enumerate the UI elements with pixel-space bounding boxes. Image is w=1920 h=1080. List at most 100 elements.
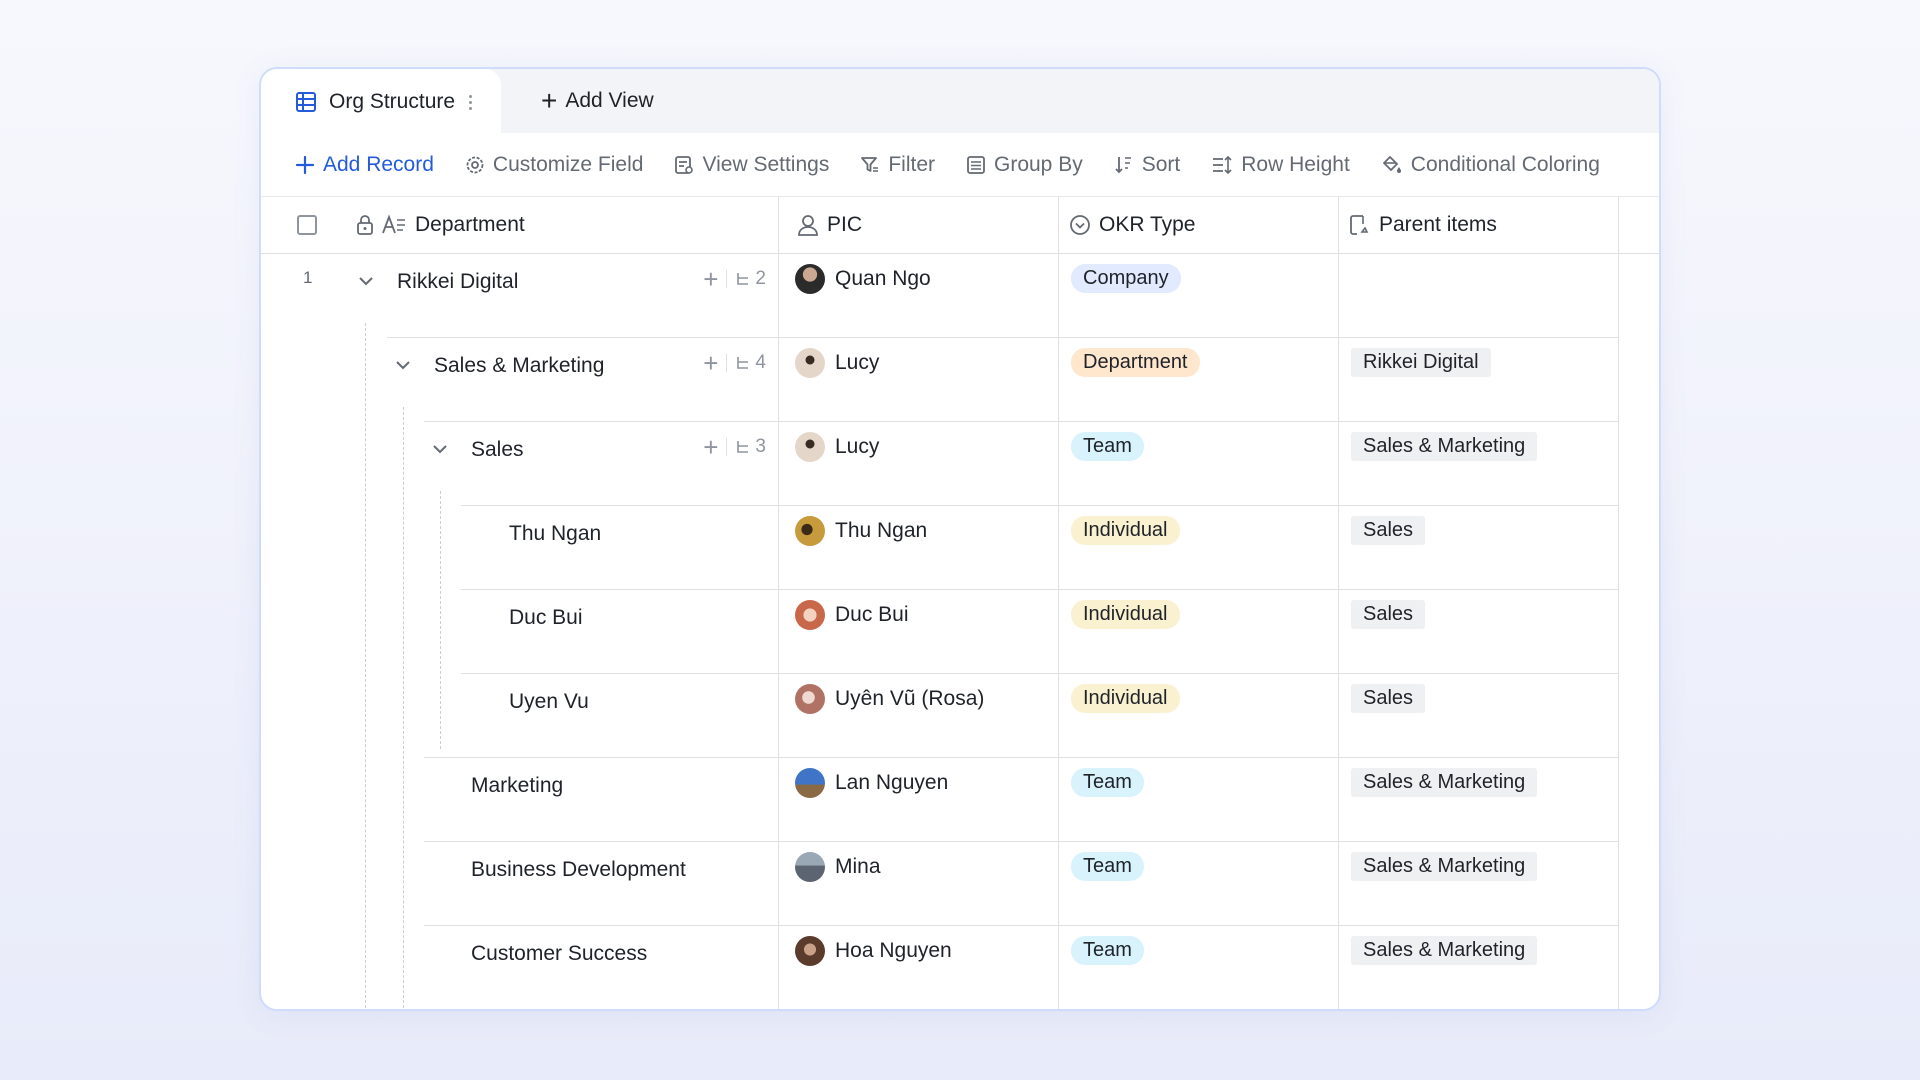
parent-items-cell[interactable]: Rikkei Digital [1339,338,1619,422]
okr-type-cell[interactable]: Individual [1059,506,1339,590]
okr-type-cell[interactable]: Department [1059,338,1339,422]
person-icon [798,215,818,236]
table-row[interactable]: Customer Success Hoa Nguyen Team Sales &… [261,926,1659,1009]
parent-item-chip[interactable]: Sales [1351,516,1426,545]
select-all-checkbox[interactable] [297,215,317,235]
okr-type-tag: Individual [1071,684,1180,713]
toolbar: Add Record Customize Field View Settings… [261,133,1659,197]
table-header: Department PIC OKR Type Parent items [261,197,1659,254]
okr-type-cell[interactable]: Team [1059,758,1339,842]
add-record-button[interactable]: Add Record [295,153,434,177]
pic-cell[interactable]: Lan Nguyen [779,758,1059,842]
pic-name: Duc Bui [835,603,909,626]
okr-type-tag: Team [1071,936,1144,965]
parent-item-chip[interactable]: Sales & Marketing [1351,768,1538,797]
pic-cell[interactable]: Duc Bui [779,590,1059,674]
tab-org-structure[interactable]: Org Structure [261,69,501,135]
parent-items-cell[interactable]: Sales & Marketing [1339,926,1619,1009]
pic-cell[interactable]: Lucy [779,338,1059,422]
group-by-button[interactable]: Group By [966,153,1083,177]
table-row[interactable]: Uyen Vu Uyên Vũ (Rosa) Individual Sales [261,674,1659,758]
department-cell[interactable]: Customer Success [261,926,779,1009]
department-cell[interactable]: 1 Rikkei Digital + 2 [261,254,779,338]
okr-type-cell[interactable]: Individual [1059,674,1339,758]
pic-name: Hoa Nguyen [835,939,952,962]
pic-cell[interactable]: Quan Ngo [779,254,1059,338]
table-row[interactable]: 1 Rikkei Digital + 2 Quan Ngo Company [261,254,1659,338]
parent-item-chip[interactable]: Sales & Marketing [1351,432,1538,461]
row-tools: + 4 [703,350,766,376]
parent-items-cell[interactable] [1339,254,1619,338]
department-cell[interactable]: Business Development [261,842,779,926]
pic-name: Quan Ngo [835,267,931,290]
table-row[interactable]: Marketing Lan Nguyen Team Sales & Market… [261,758,1659,842]
chevron-down-icon[interactable] [394,356,412,374]
column-header-department[interactable]: Department [261,197,779,253]
chevron-down-icon[interactable] [431,440,449,458]
single-select-icon [1070,215,1090,235]
sort-button[interactable]: Sort [1114,153,1180,177]
chevron-down-icon[interactable] [357,272,375,290]
add-child-icon[interactable]: + [703,434,718,460]
pic-name: Lucy [835,351,880,374]
okr-type-tag: Team [1071,852,1144,881]
table-row[interactable]: Business Development Mina Team Sales & M… [261,842,1659,926]
pic-cell[interactable]: Mina [779,842,1059,926]
parent-items-cell[interactable]: Sales [1339,590,1619,674]
parent-items-cell[interactable]: Sales [1339,506,1619,590]
parent-item-chip[interactable]: Sales [1351,600,1426,629]
parent-items-cell[interactable]: Sales & Marketing [1339,842,1619,926]
pic-cell[interactable]: Uyên Vũ (Rosa) [779,674,1059,758]
parent-items-cell[interactable]: Sales [1339,674,1619,758]
parent-item-chip[interactable]: Sales & Marketing [1351,936,1538,965]
pic-cell[interactable]: Lucy [779,422,1059,506]
department-cell[interactable]: Marketing [261,758,779,842]
grid-table-icon [296,92,316,112]
column-header-parent-items[interactable]: Parent items [1339,197,1619,253]
okr-type-cell[interactable]: Company [1059,254,1339,338]
add-child-icon[interactable]: + [703,266,718,292]
department-name: Sales & Marketing [434,354,605,377]
okr-type-cell[interactable]: Team [1059,926,1339,1009]
add-child-icon[interactable]: + [703,350,718,376]
customize-field-button[interactable]: Customize Field [465,153,643,177]
parent-items-cell[interactable]: Sales & Marketing [1339,758,1619,842]
conditional-coloring-button[interactable]: Conditional Coloring [1381,153,1600,177]
more-vertical-icon[interactable] [469,94,473,110]
table-row[interactable]: Sales + 3 Lucy Team Sales & Marketing [261,422,1659,506]
view-settings-button[interactable]: View Settings [674,153,829,177]
department-cell[interactable]: Thu Ngan [261,506,779,590]
okr-type-cell[interactable]: Team [1059,422,1339,506]
text-field-icon [382,214,405,234]
department-name: Sales [471,438,524,461]
table-row[interactable]: Duc Bui Duc Bui Individual Sales [261,590,1659,674]
row-height-button[interactable]: Row Height [1211,153,1350,177]
pic-cell[interactable]: Hoa Nguyen [779,926,1059,1009]
parent-item-chip[interactable]: Rikkei Digital [1351,348,1491,377]
department-cell[interactable]: Sales & Marketing + 4 [261,338,779,422]
parent-items-cell[interactable]: Sales & Marketing [1339,422,1619,506]
parent-item-chip[interactable]: Sales & Marketing [1351,852,1538,881]
department-cell[interactable]: Sales + 3 [261,422,779,506]
child-count: 2 [755,268,766,289]
filter-button[interactable]: Filter [860,153,935,177]
view-settings-icon [675,155,694,174]
column-header-okr-type[interactable]: OKR Type [1059,197,1339,253]
plus-icon: + [541,85,558,116]
department-cell[interactable]: Uyen Vu [261,674,779,758]
add-view-button[interactable]: + Add View [541,69,654,133]
child-count: 4 [755,352,766,373]
parent-item-chip[interactable]: Sales [1351,684,1426,713]
subtree-icon [737,441,749,453]
row-number: 1 [303,268,313,287]
department-cell[interactable]: Duc Bui [261,590,779,674]
okr-type-cell[interactable]: Individual [1059,590,1339,674]
pic-cell[interactable]: Thu Ngan [779,506,1059,590]
column-header-pic[interactable]: PIC [779,197,1059,253]
paint-bucket-icon [1382,155,1401,173]
okr-type-cell[interactable]: Team [1059,842,1339,926]
table-row[interactable]: Sales & Marketing + 4 Lucy Department Ri… [261,338,1659,422]
child-count: 3 [755,436,766,457]
avatar [795,768,825,798]
table-row[interactable]: Thu Ngan Thu Ngan Individual Sales [261,506,1659,590]
